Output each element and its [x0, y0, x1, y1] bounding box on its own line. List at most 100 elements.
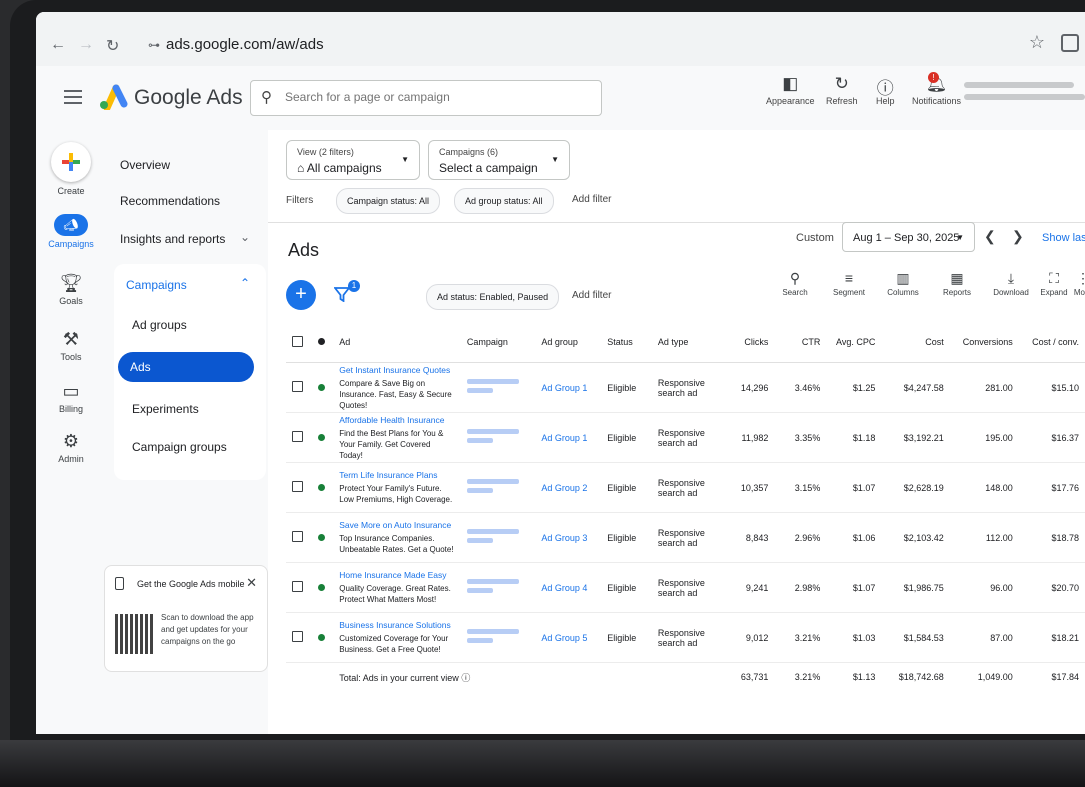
- next-period-icon[interactable]: ❯: [1012, 228, 1024, 245]
- row-checkbox[interactable]: [292, 631, 303, 642]
- ad-group-link[interactable]: Ad Group 3: [535, 512, 602, 563]
- close-icon[interactable]: ✕: [246, 575, 257, 591]
- toolbar-columns[interactable]: ▥ Columns: [878, 270, 928, 297]
- nav-recommendations[interactable]: Recommendations: [120, 194, 220, 208]
- add-ad-button[interactable]: +: [286, 280, 316, 310]
- account-switcher[interactable]: [964, 82, 1085, 106]
- rail-goals[interactable]: 🏆︎ Goals: [36, 270, 106, 306]
- campaign-status-chip[interactable]: Campaign status: All: [336, 188, 441, 214]
- site-info-icon[interactable]: ⊶: [148, 38, 160, 52]
- col-campaign[interactable]: Campaign: [460, 322, 536, 363]
- adgroup-status-chip[interactable]: Ad group status: All: [454, 188, 554, 214]
- ad-headline[interactable]: Term Life Insurance Plans: [339, 470, 455, 480]
- appearance-button[interactable]: ◧ Appearance: [766, 74, 815, 106]
- reload-icon[interactable]: ↻: [106, 36, 119, 56]
- date-range-dropdown[interactable]: Aug 1 – Sep 30, 2025 ▼: [842, 222, 975, 252]
- notification-badge: !: [928, 72, 939, 83]
- bookmark-star-icon[interactable]: ☆: [1029, 32, 1045, 53]
- col-ad-group[interactable]: Ad group: [535, 322, 602, 363]
- col-ad-type[interactable]: Ad type: [651, 322, 721, 363]
- extension-icon[interactable]: [1061, 34, 1079, 52]
- nav-ad-groups[interactable]: Ad groups: [132, 318, 187, 332]
- add-filter-link[interactable]: Add filter: [572, 194, 611, 205]
- ad-group-link[interactable]: Ad Group 4: [535, 562, 602, 613]
- row-checkbox[interactable]: [292, 381, 303, 392]
- chevron-down-icon[interactable]: ⌄: [240, 230, 250, 244]
- previous-period-icon[interactable]: ❮: [984, 228, 996, 245]
- nav-ads-active[interactable]: Ads: [118, 352, 254, 382]
- home-icon: ⌂: [297, 161, 307, 175]
- toolbar-download[interactable]: ⤓ Download: [986, 270, 1036, 297]
- table-row[interactable]: Get Instant Insurance Quotes Compare & Sa…: [286, 362, 1085, 413]
- toolbar-search[interactable]: ⚲ Search: [770, 270, 820, 297]
- rail-billing[interactable]: ▭ Billing: [36, 378, 106, 414]
- table-row[interactable]: Business Insurance Solutions Customized C…: [286, 612, 1085, 663]
- help-button[interactable]: ⓘ Help: [876, 74, 895, 106]
- view-filter-dropdown[interactable]: View (2 filters) ⌂ All campaigns ▼: [286, 140, 420, 180]
- ad-group-link[interactable]: Ad Group 1: [535, 412, 602, 463]
- ad-headline[interactable]: Home Insurance Made Easy: [339, 570, 455, 580]
- col-avg-cpc[interactable]: Avg. CPC: [826, 322, 882, 363]
- download-icon: ⤓: [1007, 270, 1015, 286]
- chevron-up-icon[interactable]: ⌃: [240, 276, 250, 290]
- forward-icon[interactable]: →: [78, 36, 94, 54]
- rail-create[interactable]: Create: [36, 142, 106, 196]
- ad-group-link[interactable]: Ad Group 1: [535, 362, 602, 413]
- rail-campaigns[interactable]: 📣︎ Campaigns: [36, 214, 106, 249]
- nav-insights-and-reports[interactable]: Insights and reports: [120, 232, 225, 246]
- campaign-name-redacted[interactable]: [460, 612, 536, 663]
- table-row[interactable]: Term Life Insurance Plans Protect Your Fa…: [286, 462, 1085, 513]
- select-all-checkbox[interactable]: [292, 335, 303, 347]
- refresh-button[interactable]: ↻ Refresh: [826, 74, 858, 106]
- rail-tools[interactable]: ⚒ Tools: [36, 326, 106, 362]
- ad-headline[interactable]: Affordable Health Insurance: [339, 415, 455, 425]
- table-row[interactable]: Home Insurance Made Easy Quality Coverage…: [286, 562, 1085, 613]
- ad-group-link[interactable]: Ad Group 2: [535, 462, 602, 513]
- row-checkbox[interactable]: [292, 431, 303, 442]
- campaign-name-redacted[interactable]: [460, 512, 536, 563]
- conversions-cell: 195.00: [949, 412, 1019, 463]
- search-input[interactable]: [283, 89, 587, 105]
- toolbar-segment[interactable]: ≡ Segment: [824, 270, 874, 297]
- ad-status-chip[interactable]: Ad status: Enabled, Paused: [426, 284, 560, 310]
- table-row[interactable]: Affordable Health Insurance Find the Best…: [286, 412, 1085, 463]
- col-ctr[interactable]: CTR: [774, 322, 827, 363]
- help-icon[interactable]: ⓘ: [461, 673, 470, 683]
- address-bar[interactable]: ⊶ ads.google.com/aw/ads: [148, 36, 324, 53]
- col-conversions[interactable]: Conversions: [949, 322, 1019, 363]
- col-ad[interactable]: Ad: [333, 322, 461, 363]
- ad-group-link[interactable]: Ad Group 5: [535, 612, 602, 663]
- campaign-name-redacted[interactable]: [460, 362, 536, 413]
- toolbar-more[interactable]: ⋮ More: [1068, 270, 1085, 297]
- show-last-toggle[interactable]: Show last: [1042, 232, 1085, 244]
- ad-type-cell: Responsive search ad: [651, 612, 721, 663]
- back-icon[interactable]: ←: [50, 36, 66, 54]
- table-row[interactable]: Save More on Auto Insurance Top Insurance…: [286, 512, 1085, 563]
- col-clicks[interactable]: Clicks: [720, 322, 775, 363]
- campaign-selector-dropdown[interactable]: Campaigns (6) Select a campaign ▼: [428, 140, 570, 180]
- menu-icon[interactable]: [64, 90, 82, 108]
- nav-campaigns[interactable]: Campaigns: [126, 278, 187, 292]
- ad-headline[interactable]: Save More on Auto Insurance: [339, 520, 455, 530]
- nav-experiments[interactable]: Experiments: [132, 402, 199, 416]
- rail-admin[interactable]: ⚙ Admin: [36, 428, 106, 464]
- campaign-name-redacted[interactable]: [460, 412, 536, 463]
- notifications-button[interactable]: 🔔︎! Notifications: [912, 72, 961, 106]
- ad-headline[interactable]: Get Instant Insurance Quotes: [339, 365, 455, 375]
- col-status[interactable]: Status: [601, 322, 652, 363]
- row-checkbox[interactable]: [292, 581, 303, 592]
- nav-campaign-groups[interactable]: Campaign groups: [132, 440, 227, 454]
- campaign-name-redacted[interactable]: [460, 562, 536, 613]
- ad-headline[interactable]: Business Insurance Solutions: [339, 620, 455, 630]
- col-cost-per-conv[interactable]: Cost / conv.: [1018, 322, 1085, 363]
- row-checkbox[interactable]: [292, 481, 303, 492]
- search-box[interactable]: ⚲: [250, 80, 602, 116]
- add-filter-link-2[interactable]: Add filter: [572, 290, 611, 301]
- col-cost[interactable]: Cost: [881, 322, 950, 363]
- clicks-cell: 14,296: [720, 362, 775, 413]
- enabled-status-dot: [317, 533, 325, 541]
- row-checkbox[interactable]: [292, 531, 303, 542]
- toolbar-reports[interactable]: ▦ Reports: [932, 270, 982, 297]
- campaign-name-redacted[interactable]: [460, 462, 536, 513]
- nav-overview[interactable]: Overview: [120, 158, 170, 172]
